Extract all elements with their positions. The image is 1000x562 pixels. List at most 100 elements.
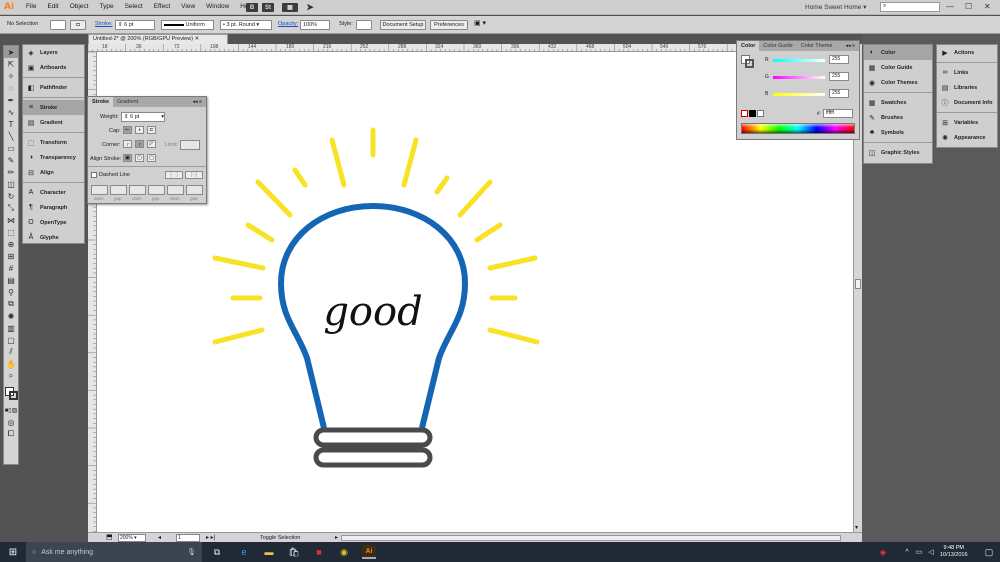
line-tool-icon[interactable]: ╲ [4, 130, 18, 142]
panel-paragraph[interactable]: ¶ Paragraph [23, 200, 84, 215]
projecting-cap-icon[interactable]: ⊏ [147, 126, 156, 134]
panel-appearance[interactable]: ✺ Appearance [937, 130, 997, 145]
artwork-word[interactable]: good [323, 289, 422, 335]
bridge-icon[interactable]: B [246, 3, 258, 12]
scroll-down-icon[interactable]: ▾ [855, 524, 858, 531]
align-outside-icon[interactable]: ▢ [147, 154, 156, 162]
tab-color-theme[interactable]: Color Theme [797, 41, 837, 51]
illustrator-taskbar-icon[interactable]: Ai [362, 545, 376, 559]
antivirus-tray-icon[interactable]: ◈ [876, 545, 890, 559]
red-value-field[interactable]: 255 [829, 55, 849, 64]
stroke-color-swatch[interactable] [745, 59, 754, 68]
lasso-tool-icon[interactable]: ◌ [4, 82, 18, 94]
width-tool-icon[interactable]: ⋈ [4, 214, 18, 226]
blue-value-field[interactable]: 255 [829, 89, 849, 98]
panel-color-themes[interactable]: ◉ Color Themes [864, 75, 932, 90]
panel-document-info[interactable]: ⓘ Document Info [937, 95, 997, 110]
mesh-tool-icon[interactable]: # [4, 262, 18, 274]
pen-tool-icon[interactable]: ✒ [4, 94, 18, 106]
dash-align-icon[interactable]: [--] [185, 171, 203, 179]
symbol-sprayer-tool-icon[interactable]: ✺ [4, 310, 18, 322]
rectangle-tool-icon[interactable]: ▭ [4, 142, 18, 154]
stroke-weight-field[interactable]: ⇕ 6 pt [115, 20, 155, 30]
status-message[interactable]: Toggle Selection [260, 535, 300, 541]
menu-edit[interactable]: Edit [47, 3, 58, 10]
panel-menu-icon[interactable]: ◂◂ ≡ [189, 97, 206, 107]
panel-gradient[interactable]: ▤ Gradient [23, 115, 84, 130]
menu-select[interactable]: Select [125, 3, 143, 10]
panel-symbols[interactable]: ♣ Symbols [864, 125, 932, 140]
preferences-button[interactable]: Preferences [430, 20, 468, 30]
hand-tool-icon[interactable]: ✋ [4, 358, 18, 370]
brush-definition[interactable]: • 3 pt. Round ▾ [220, 20, 272, 30]
white-swatch[interactable] [757, 110, 764, 117]
panel-color[interactable]: ◐ Color [864, 45, 932, 60]
opacity-field[interactable]: 100% [300, 20, 330, 30]
blend-tool-icon[interactable]: ⧉ [4, 298, 18, 310]
stock-icon[interactable]: St [262, 3, 274, 12]
panel-opentype[interactable]: O OpenType [23, 215, 84, 230]
arrange-documents-icon[interactable]: ▦ [282, 3, 298, 12]
tab-stroke[interactable]: Stroke [88, 97, 114, 107]
artboard-number-field[interactable]: 1 [176, 534, 200, 542]
zoom-tool-icon[interactable]: ⌕ [4, 370, 18, 382]
volume-icon[interactable]: ◁ [924, 545, 938, 559]
dash-field[interactable] [91, 185, 108, 195]
pencil-tool-icon[interactable]: ✏ [4, 166, 18, 178]
color-mode-icon[interactable]: ■▯▨ [4, 404, 18, 416]
help-search-input[interactable]: ⌕ [880, 2, 940, 12]
menu-object[interactable]: Object [70, 3, 89, 10]
prev-artboard-icon[interactable]: ◂ [158, 534, 161, 541]
dash-field[interactable] [129, 185, 146, 195]
bulb-base-bottom[interactable] [313, 447, 433, 468]
chrome-icon[interactable]: ◉ [337, 545, 351, 559]
status-menu-icon[interactable]: ▸ [335, 534, 338, 541]
tab-color-guide[interactable]: Color Guide [759, 41, 796, 51]
panel-brushes[interactable]: ✎ Brushes [864, 110, 932, 125]
eyedropper-tool-icon[interactable]: ⚲ [4, 286, 18, 298]
stroke-label[interactable]: Stroke: [95, 21, 112, 27]
artboard-nav-icon[interactable]: ⬒ [106, 533, 113, 541]
horizontal-scrollbar[interactable] [341, 535, 841, 541]
panel-menu-icon[interactable]: ◂◂ ≡ [842, 41, 859, 51]
blue-slider[interactable] [773, 93, 825, 96]
slice-tool-icon[interactable]: ⫽ [4, 346, 18, 358]
microphone-icon[interactable]: 🎙︎ [187, 548, 196, 556]
windows-start-icon[interactable]: ⊞ [0, 542, 26, 562]
arrange-icon[interactable]: ▣ ▾ [474, 19, 486, 27]
panel-color-guide[interactable]: ▦ Color Guide [864, 60, 932, 75]
variable-width-profile[interactable]: Uniform [161, 20, 214, 30]
gap-field[interactable] [186, 185, 203, 195]
menu-window[interactable]: Window [206, 3, 229, 10]
graphic-style-picker[interactable] [356, 20, 372, 30]
color-spectrum[interactable] [741, 123, 855, 134]
green-slider[interactable] [773, 76, 825, 79]
panel-glyphs[interactable]: Å Glyphs [23, 230, 84, 245]
artboard-tool-icon[interactable]: ▢ [4, 334, 18, 346]
panel-layers[interactable]: ◈ Layers [23, 45, 84, 60]
type-tool-icon[interactable]: T [4, 118, 18, 130]
round-join-icon[interactable]: ╭ [135, 140, 144, 148]
edge-browser-icon[interactable]: e [237, 545, 251, 559]
gradient-tool-icon[interactable]: ▤ [4, 274, 18, 286]
align-inside-icon[interactable]: ▢ [135, 154, 144, 162]
fill-stroke-icon[interactable] [4, 382, 18, 404]
scale-tool-icon[interactable]: ⤡ [4, 202, 18, 214]
direct-selection-tool-icon[interactable]: ⇱ [4, 58, 18, 70]
panel-align[interactable]: ⊟ Align [23, 165, 84, 180]
panel-variables[interactable]: ⊞ Variables [937, 115, 997, 130]
panel-pathfinder[interactable]: ◧ Pathfinder [23, 80, 84, 95]
fill-swatch[interactable] [50, 20, 66, 30]
menu-file[interactable]: File [26, 3, 36, 10]
tab-color[interactable]: Color [737, 41, 760, 51]
maximize-icon[interactable]: ☐ [965, 2, 972, 11]
butt-cap-icon[interactable]: ⊢ [123, 126, 132, 134]
panel-transparency[interactable]: ◑ Transparency [23, 150, 84, 165]
next-artboard-icon[interactable]: ▸ ▸| [206, 534, 215, 541]
tab-gradient[interactable]: Gradient [113, 97, 142, 107]
close-icon[interactable]: ✕ [984, 2, 991, 11]
eraser-tool-icon[interactable]: ◫ [4, 178, 18, 190]
magic-wand-tool-icon[interactable]: ✧ [4, 70, 18, 82]
mail-app-icon[interactable]: ■ [312, 545, 326, 559]
send-icon[interactable]: ➤ [304, 2, 316, 12]
